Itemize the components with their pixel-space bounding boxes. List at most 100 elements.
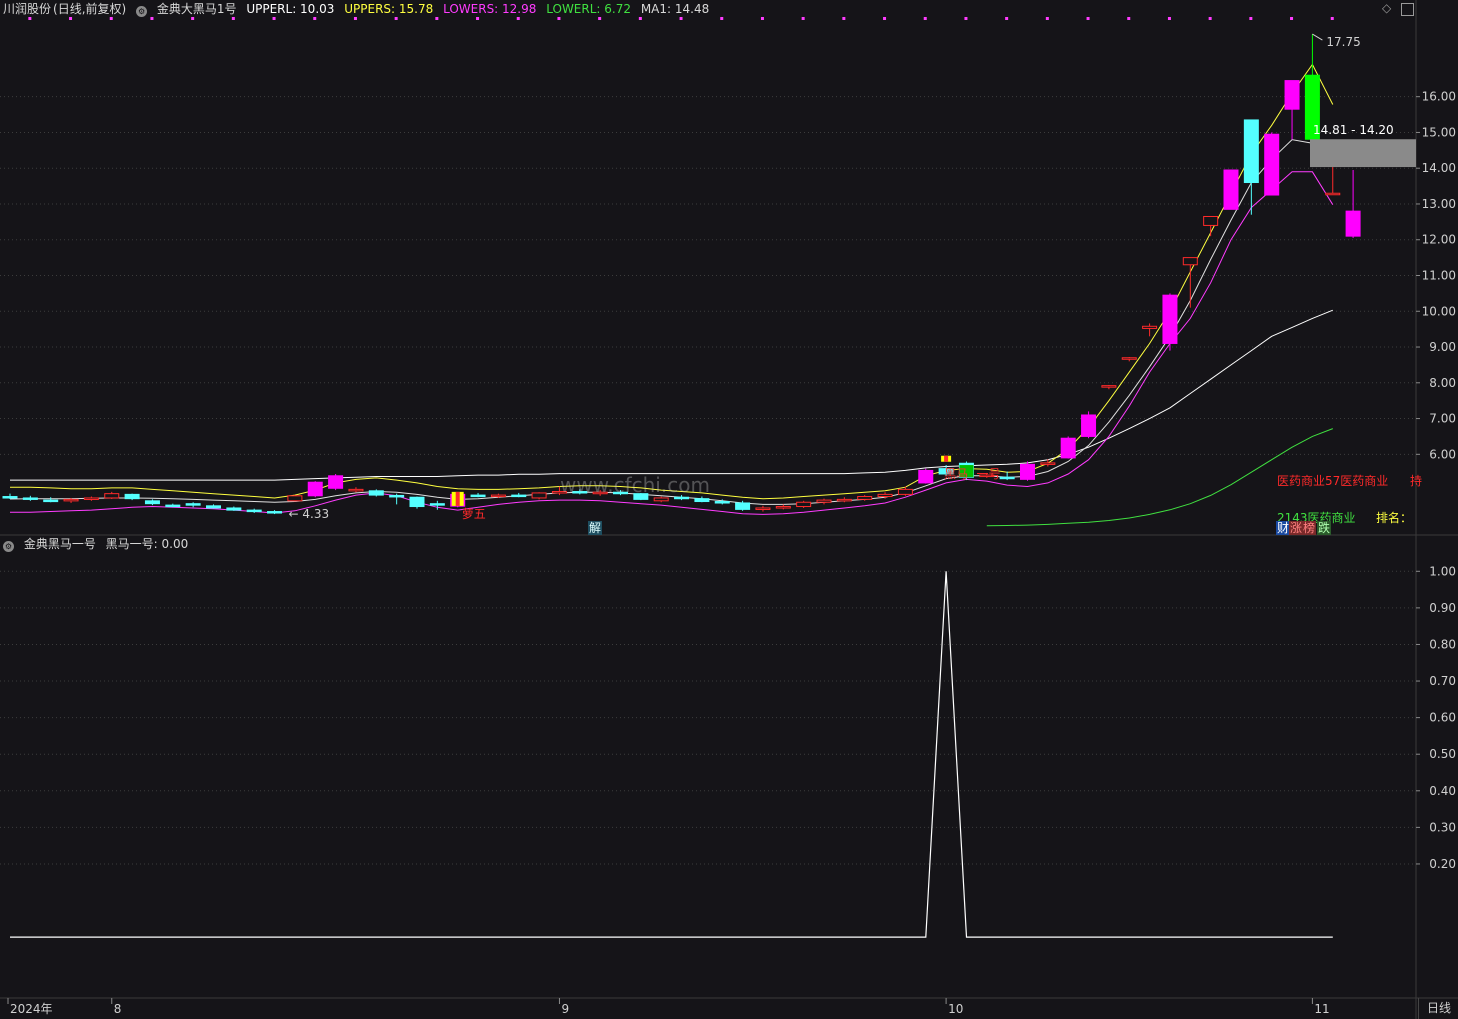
signal-dot — [1127, 17, 1131, 20]
y-tick-label: 16.00 — [1422, 90, 1456, 104]
sub-y-tick-label: 0.90 — [1429, 601, 1456, 615]
signal-dot — [720, 17, 724, 20]
y-tick-label: 10.00 — [1422, 304, 1456, 318]
y-tick-label: 9.00 — [1429, 340, 1456, 354]
signal-dot — [760, 17, 764, 20]
y-tick-label: 11.00 — [1422, 269, 1456, 283]
sub-y-tick-label: 0.30 — [1429, 820, 1456, 834]
indicator-name[interactable]: 金典大黑马1号 — [157, 2, 237, 16]
lowerl-value: LOWERL: 6.72 — [546, 2, 631, 16]
signal-dot — [1290, 17, 1294, 20]
candle-body — [531, 492, 547, 499]
candle-body — [226, 507, 242, 511]
candle-body — [877, 493, 893, 498]
candle-body — [694, 498, 710, 503]
sub-y-tick-label: 0.80 — [1429, 637, 1456, 651]
candle-body — [674, 496, 690, 500]
y-tick-label: 13.00 — [1422, 197, 1456, 211]
tag-die[interactable]: 跌 — [1317, 521, 1332, 535]
signal-dot — [883, 17, 887, 20]
tag-heima: 黑马 — [944, 467, 968, 481]
candle-body — [999, 476, 1015, 480]
tag-zhang[interactable]: 涨 — [1289, 521, 1304, 535]
diamond-icon[interactable]: ◇ — [1382, 1, 1391, 15]
sub-y-tick-label: 1.00 — [1429, 564, 1456, 578]
sub-indicator-name[interactable]: 金典黑马一号 — [24, 537, 96, 551]
candle-body — [653, 497, 669, 502]
kline-chart: 6.00 7.00 8.00 9.00 10.00 11.00 12.00 13.00 14.0… — [0, 0, 1458, 1019]
signal-dot — [1005, 17, 1009, 20]
signal-top-bar-inner — [944, 455, 949, 462]
y-tick-label: 15.00 — [1422, 125, 1456, 139]
candle-body — [83, 497, 99, 500]
sub-y-tick-label: 0.50 — [1429, 747, 1456, 761]
sub-indicator-value: 黑马一号: 0.00 — [105, 537, 189, 551]
candle-body — [1142, 325, 1158, 329]
range-box — [1310, 139, 1416, 168]
candle-body — [755, 507, 771, 510]
x-tick-label: 8 — [114, 1002, 122, 1016]
x-tick-label: 2024年 — [10, 1002, 53, 1016]
main-header: 川润股份 (日线,前复权) ⚙ 金典大黑马1号 UPPERL: 10.03 UPP… — [3, 0, 715, 18]
candle-body — [328, 475, 344, 489]
candle-body — [368, 490, 384, 496]
signal-dot — [1086, 17, 1090, 20]
candle-body — [1081, 414, 1097, 437]
candle-body — [22, 497, 38, 500]
signal-dot — [1167, 17, 1171, 20]
candle-body — [511, 494, 527, 498]
candle-body — [490, 494, 506, 498]
candle-body — [1203, 215, 1219, 226]
period-label: (日线,前复权) — [53, 2, 127, 16]
tag-jie[interactable]: 解 — [588, 521, 603, 535]
candle-body — [918, 469, 934, 484]
candle-body — [267, 511, 283, 514]
x-tick-label: 9 — [561, 1002, 569, 1016]
x-tick-label: 10 — [948, 1002, 963, 1016]
candle-body — [165, 504, 181, 508]
period-button[interactable]: 日线 — [1418, 998, 1458, 1019]
candle-body — [389, 494, 405, 498]
upperl-value: UPPERL: 10.03 — [246, 2, 335, 16]
candle-body — [1325, 192, 1341, 196]
candle-body — [1101, 385, 1117, 388]
candle-body — [857, 496, 873, 500]
settings-icon[interactable]: ⚙ — [136, 6, 148, 17]
rank-label: 排名： — [1376, 511, 1413, 525]
x-tick-label: 11 — [1314, 1002, 1329, 1016]
range-label: 14.81 - 14.20 — [1313, 123, 1394, 137]
tag-cai[interactable]: 财 — [1276, 521, 1291, 535]
sub-header: ⚙ 金典黑马一号 黑马一号: 0.00 — [3, 535, 194, 553]
candle-body — [185, 503, 201, 506]
candle-body — [1223, 169, 1239, 210]
candle-body — [714, 501, 730, 504]
high-label: 17.75 — [1326, 35, 1360, 49]
candle-body — [348, 488, 364, 492]
y-tick-label: 7.00 — [1429, 412, 1456, 426]
ma1-value: MA1: 14.48 — [640, 2, 710, 16]
candle-body — [287, 495, 303, 502]
y-tick-label: 8.00 — [1429, 376, 1456, 390]
candle-body — [206, 505, 221, 509]
candle-body — [1243, 119, 1259, 184]
candle-body — [1162, 294, 1178, 344]
signal-dot — [1045, 17, 1049, 20]
sub-y-tick-label: 0.70 — [1429, 674, 1456, 688]
candle-body — [1040, 462, 1056, 465]
candle-body — [1020, 463, 1035, 480]
candle-body — [429, 503, 445, 506]
sub-settings-icon[interactable]: ⚙ — [3, 541, 14, 552]
signal-dot — [801, 17, 805, 20]
candle-body — [836, 498, 852, 502]
signal-dot — [1330, 17, 1334, 20]
sector-cut-text: 持 — [1410, 474, 1423, 488]
candle-body — [2, 496, 18, 499]
candle-body — [1264, 133, 1280, 196]
tag-bang[interactable]: 榜 — [1302, 521, 1317, 535]
candle-body — [124, 493, 140, 500]
maximize-icon[interactable] — [1401, 3, 1414, 16]
candle-body — [1345, 210, 1361, 237]
candle-body — [775, 506, 791, 509]
signal-dot — [1208, 17, 1212, 20]
sector-rank-text: 医药商业57医药商业 — [1277, 474, 1389, 488]
